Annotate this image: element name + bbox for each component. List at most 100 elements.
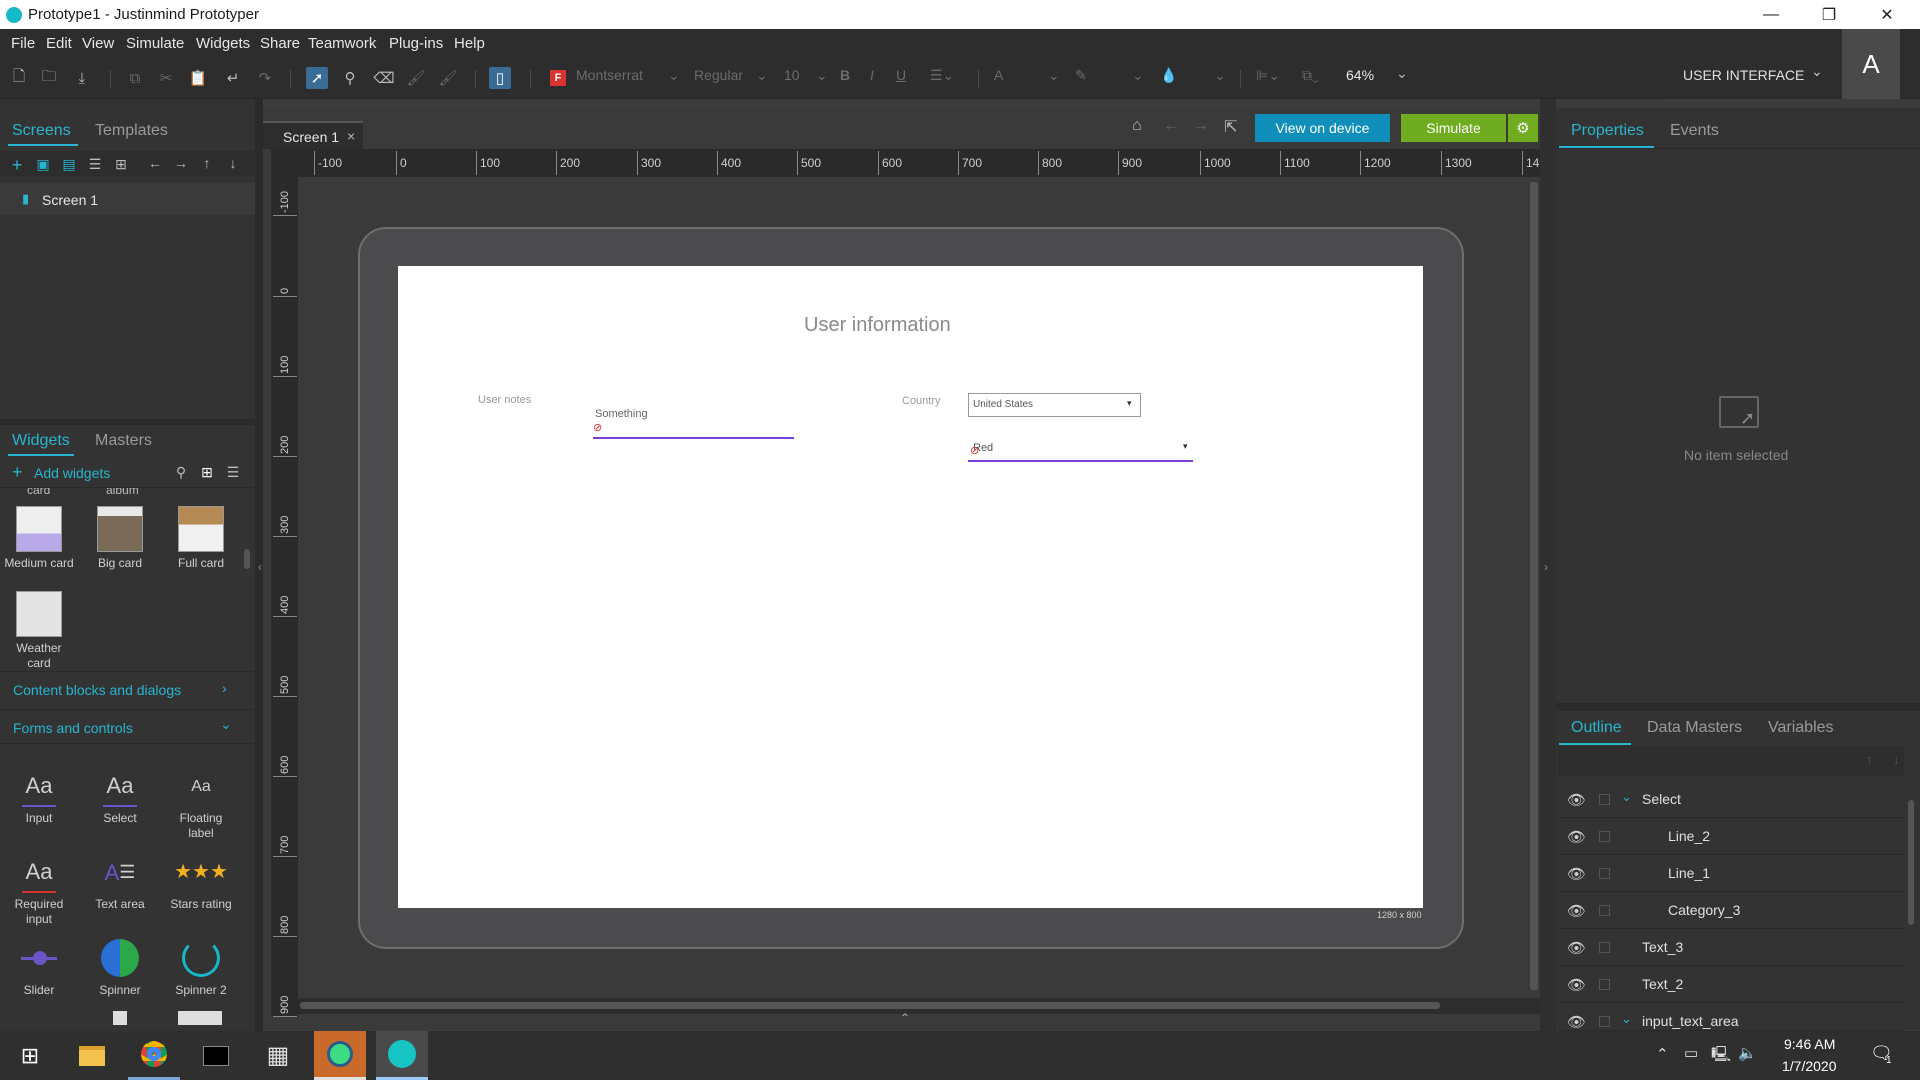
add-image-icon[interactable]: ▣ <box>34 156 52 173</box>
add-screen-icon[interactable]: + <box>8 155 26 176</box>
network-icon[interactable]: 🖳 <box>1711 1044 1731 1069</box>
back-icon[interactable]: ← <box>1163 117 1179 135</box>
add-widgets-button[interactable]: Add widgets <box>34 465 110 481</box>
tab-outline[interactable]: Outline <box>1571 719 1622 737</box>
eraser-tool-icon[interactable]: ⌫ <box>373 67 395 89</box>
expand-icon[interactable]: ⇱ <box>1224 117 1237 137</box>
view-on-device-button[interactable]: View on device <box>1255 114 1390 142</box>
canvas-scrollbar-horizontal[interactable] <box>300 1002 1440 1009</box>
select-tool-icon[interactable]: ➚ <box>306 67 328 89</box>
widget-stars-rating[interactable]: ★★★ Stars rating <box>166 851 236 912</box>
windows-start-icon[interactable]: ⊞ <box>4 1031 56 1080</box>
maximize-button[interactable]: ❐ <box>1800 0 1858 29</box>
arrow-right-icon[interactable]: → <box>172 155 190 171</box>
paste-icon[interactable]: 📋 <box>187 67 209 89</box>
forward-icon[interactable]: → <box>1193 117 1209 135</box>
lock-checkbox[interactable] <box>1599 831 1610 842</box>
menu-plugins[interactable]: Plug-ins <box>389 35 443 52</box>
arrow-down-icon[interactable]: ↓ <box>224 155 242 171</box>
user-interface-label[interactable]: USER INTERFACE <box>1683 67 1804 83</box>
screen-list-item[interactable]: ▮ Screen 1 <box>0 183 255 215</box>
widget-select[interactable]: Aa Select <box>85 765 155 826</box>
eye-icon[interactable]: 👁 <box>1567 865 1586 883</box>
minimize-button[interactable]: — <box>1742 0 1800 29</box>
outline-row-input-text-area[interactable]: 👁 ⌄ input_text_area <box>1558 1003 1904 1031</box>
font-weight-select[interactable]: Regular <box>694 67 743 83</box>
simulate-button[interactable]: Simulate <box>1401 114 1506 142</box>
italic-button[interactable]: I <box>870 67 874 83</box>
arrow-up-icon[interactable]: ↑ <box>198 155 216 171</box>
open-folder-icon[interactable]: 🗀 <box>38 67 60 89</box>
arrow-left-icon[interactable]: ← <box>146 155 164 171</box>
terminal-icon[interactable] <box>190 1031 242 1080</box>
widget-text-area[interactable]: A ☰ Text area <box>85 851 155 912</box>
collapse-left-icon[interactable]: ‹ <box>258 560 262 574</box>
grid-view-icon[interactable]: ⊞ <box>112 156 130 173</box>
close-tab-icon[interactable]: × <box>347 128 355 144</box>
outline-row-text-3[interactable]: 👁 Text_3 <box>1558 929 1904 966</box>
eye-icon[interactable]: 👁 <box>1567 791 1586 809</box>
calculator-icon[interactable]: ▦ <box>252 1031 304 1080</box>
save-icon[interactable]: ⤓ <box>71 67 93 89</box>
new-file-icon[interactable]: 🗋 <box>8 67 30 89</box>
widget-floating-label[interactable]: Aa Floating label <box>166 765 236 841</box>
widget-weather-card[interactable]: Weather card <box>4 591 74 671</box>
home-icon[interactable]: ⌂ <box>1132 117 1142 135</box>
pen-icon[interactable]: ✎ <box>1075 67 1087 84</box>
tab-variables[interactable]: Variables <box>1768 719 1834 737</box>
battery-icon[interactable]: ▭ <box>1684 1044 1698 1062</box>
grid-view-icon[interactable]: ⊞ <box>198 464 216 481</box>
bold-button[interactable]: B <box>840 67 850 83</box>
fill-drop-icon[interactable]: 💧 <box>1160 67 1177 84</box>
search-icon[interactable]: ⚲ <box>172 464 190 481</box>
menu-teamwork[interactable]: Teamwork <box>308 35 376 52</box>
eye-icon[interactable]: 👁 <box>1567 902 1586 920</box>
category-select[interactable]: Red ⊘ ▾ <box>968 441 1193 463</box>
menu-help[interactable]: Help <box>454 35 485 52</box>
underline-button[interactable]: U <box>896 67 906 83</box>
chevron-down-icon[interactable]: ⌄ <box>1811 63 1823 80</box>
menu-widgets[interactable]: Widgets <box>196 35 250 52</box>
file-explorer-icon[interactable] <box>66 1031 118 1080</box>
user-notes-input[interactable]: Something <box>595 408 648 420</box>
lock-checkbox[interactable] <box>1599 868 1610 879</box>
move-down-icon[interactable]: ↓ <box>1893 752 1900 767</box>
lock-checkbox[interactable] <box>1599 979 1610 990</box>
text-color-icon[interactable]: A <box>994 67 1003 83</box>
align-icon[interactable]: ☰⌄ <box>930 67 954 84</box>
tab-templates[interactable]: Templates <box>95 122 168 140</box>
category-content-blocks[interactable]: Content blocks and dialogs › <box>0 671 255 705</box>
eye-icon[interactable]: 👁 <box>1567 939 1586 957</box>
widget-big-card[interactable]: Big card <box>85 506 155 571</box>
align-objects-icon[interactable]: ⊫⌄ <box>1256 67 1280 84</box>
volume-icon[interactable]: 🔈 <box>1738 1044 1757 1062</box>
zoom-level[interactable]: 64% <box>1346 67 1374 83</box>
font-family-select[interactable]: Montserrat <box>576 67 643 83</box>
list-view-icon[interactable]: ☰ <box>224 464 242 481</box>
tab-masters[interactable]: Masters <box>95 432 152 450</box>
menu-simulate[interactable]: Simulate <box>126 35 184 52</box>
screen-canvas[interactable]: User information User notes Something ⊘ … <box>398 266 1423 908</box>
lock-checkbox[interactable] <box>1599 905 1610 916</box>
simulate-settings-icon[interactable]: ⚙ <box>1508 114 1538 142</box>
tab-widgets[interactable]: Widgets <box>12 432 70 450</box>
format-painter-icon[interactable]: 🖌 <box>405 67 427 89</box>
eye-icon[interactable]: 👁 <box>1567 1013 1586 1030</box>
menu-file[interactable]: File <box>11 35 35 52</box>
zoom-tool-icon[interactable]: ⚲ <box>339 67 361 89</box>
add-widgets-icon[interactable]: + <box>12 462 23 483</box>
eye-icon[interactable]: 👁 <box>1567 976 1586 994</box>
tab-screens[interactable]: Screens <box>12 122 71 140</box>
list-view-icon[interactable]: ☰ <box>86 156 104 173</box>
clock-date[interactable]: 1/7/2020 <box>1782 1058 1837 1074</box>
copy-icon[interactable]: ⧉ <box>124 67 146 89</box>
outline-scrollbar[interactable] <box>1908 800 1914 925</box>
undo-icon[interactable]: ↵ <box>222 67 244 89</box>
arrange-icon[interactable]: ⧉⌄ <box>1302 67 1319 84</box>
outline-row-select[interactable]: 👁 ⌄ Select <box>1558 781 1904 818</box>
tab-screen-1[interactable]: Screen 1 × <box>263 121 363 149</box>
cut-icon[interactable]: ✂ <box>155 67 177 89</box>
collapse-right-icon[interactable]: › <box>1544 560 1548 574</box>
font-size-select[interactable]: 10 <box>784 67 800 83</box>
chevron-down-icon[interactable]: ⌄ <box>1621 789 1632 805</box>
